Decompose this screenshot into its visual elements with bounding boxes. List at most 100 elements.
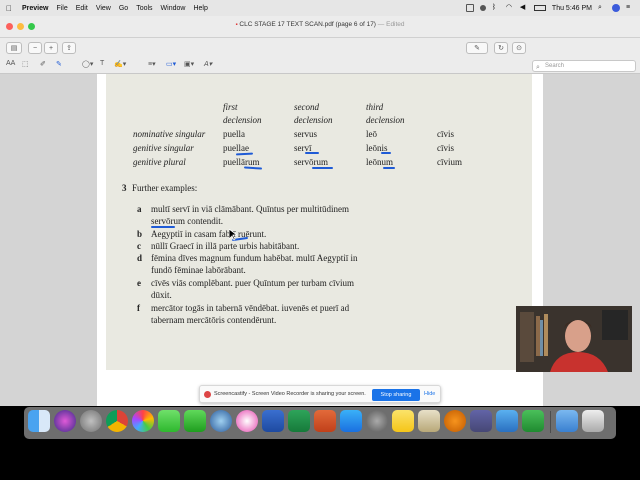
menu-go[interactable]: Go [119, 5, 128, 12]
itunes-icon[interactable] [236, 410, 258, 432]
numbers-icon[interactable] [522, 410, 544, 432]
table-cell: puellae [223, 143, 249, 153]
stop-sharing-button[interactable]: Stop sharing [372, 389, 420, 401]
zoom-in-button[interactable]: + [44, 42, 58, 54]
annotation-underline [312, 167, 333, 169]
search-placeholder: Search [545, 63, 565, 69]
example-text: fēmina dīves magnum fundum habēbat. mult… [151, 253, 358, 263]
header-second-line1: second [294, 102, 319, 112]
toolbar: ▤ − + ⇪ ✎ ↻ ⊙ ⌕ Search AA ⬚ ✐ ✎ ◯▾ T ✍▾ … [0, 38, 640, 74]
finder-icon[interactable] [28, 410, 50, 432]
table-cell: leōnum [366, 157, 393, 167]
selection-tool-icon[interactable]: ⬚ [22, 60, 29, 68]
line-style-icon[interactable]: ≡▾ [148, 60, 156, 68]
notes-icon[interactable] [392, 410, 414, 432]
table-cell: servus [294, 129, 317, 139]
battery-icon[interactable] [533, 5, 546, 11]
shapes-tool-icon[interactable]: ◯▾ [82, 60, 93, 68]
example-text: mercātor togās in tabernā vēndēbat. iuve… [151, 303, 350, 313]
menu-file[interactable]: File [56, 5, 67, 12]
sketch-tool-icon[interactable]: ✐ [40, 60, 46, 68]
screen-sharing-bar: Screencastify - Screen Video Recorder is… [199, 385, 441, 403]
messages-icon[interactable] [158, 410, 180, 432]
quicktime-icon[interactable] [210, 410, 232, 432]
table-cell: cīvis [437, 143, 454, 153]
menu-bar:  Preview File Edit View Go Tools Window… [0, 0, 640, 16]
sign-tool-icon[interactable]: ✍▾ [114, 60, 126, 68]
example-text: nūllī Graecī in illā parte urbis habitāb… [151, 241, 300, 251]
menubar-clock[interactable]: Thu 5:46 PM [552, 5, 592, 12]
powerpoint-icon[interactable] [314, 410, 336, 432]
facetime-icon[interactable] [184, 410, 206, 432]
draw-tool-icon[interactable]: ✎ [56, 60, 62, 68]
rotate-button[interactable]: ↻ [494, 42, 508, 54]
chrome-icon[interactable] [106, 410, 128, 432]
teams-icon[interactable] [470, 410, 492, 432]
markup-toggle-button[interactable]: ✎ [466, 42, 488, 54]
table-cell: cīvis [437, 129, 454, 139]
annotation-underline [381, 152, 391, 154]
audacity-icon[interactable] [444, 410, 466, 432]
table-cell: puellārum [223, 157, 260, 167]
menu-tools[interactable]: Tools [136, 5, 152, 12]
edited-label: — Edited [377, 21, 405, 28]
mouse-cursor-icon [229, 229, 237, 241]
example-text: servōrum contendit. [151, 216, 223, 226]
system-preferences-icon[interactable] [366, 410, 388, 432]
notification-center-icon[interactable]: ≡ [626, 4, 634, 12]
search-field[interactable]: ⌕ Search [532, 60, 636, 72]
launchpad-icon[interactable] [80, 410, 102, 432]
example-letter: a [137, 204, 142, 214]
dock [24, 407, 616, 439]
text-tool-icon[interactable]: AA [6, 60, 15, 67]
search-icon: ⌕ [536, 64, 540, 71]
example-text: fundō fēminae labōrābant. [151, 265, 246, 275]
presenter-video [516, 306, 632, 372]
photos-icon[interactable] [132, 410, 154, 432]
user-icon[interactable] [612, 4, 620, 12]
appstore-icon[interactable] [340, 410, 362, 432]
spotlight-icon[interactable]: ⌕ [598, 4, 606, 12]
window-title: ▪ CLC STAGE 17 TEXT SCAN.pdf (page 6 of … [0, 21, 640, 28]
hide-button[interactable]: Hide [424, 391, 435, 397]
zoom-out-button[interactable]: − [28, 42, 42, 54]
section-title: Further examples: [132, 183, 198, 193]
example-letter: d [137, 253, 143, 263]
status-icon[interactable] [465, 4, 474, 12]
menu-app-preview[interactable]: Preview [22, 5, 48, 12]
share-button[interactable]: ⇪ [62, 42, 76, 54]
annotation-underline [151, 226, 175, 228]
status-icon[interactable] [479, 5, 486, 11]
table-cell: servōrum [294, 157, 328, 167]
document-title: CLC STAGE 17 TEXT SCAN.pdf (page 6 of 17… [239, 21, 376, 28]
apple-menu-icon[interactable]:  [6, 4, 12, 13]
example-text: Aegyptiī in casam fabrī ruērunt. [151, 229, 267, 239]
excel-icon[interactable] [288, 410, 310, 432]
border-color-icon[interactable]: ▭▾ [166, 60, 176, 68]
header-third-line2: declension [366, 115, 405, 125]
downloads-icon[interactable] [556, 410, 578, 432]
annotate-button[interactable]: ⊙ [512, 42, 526, 54]
word-icon[interactable] [262, 410, 284, 432]
table-cell: puella [223, 129, 245, 139]
screencastify-icon [204, 391, 211, 398]
menu-help[interactable]: Help [193, 5, 207, 12]
siri-icon[interactable] [54, 410, 76, 432]
menu-window[interactable]: Window [161, 5, 186, 12]
menu-view[interactable]: View [96, 5, 111, 12]
menu-edit[interactable]: Edit [76, 5, 88, 12]
example-text: cīvēs viās complēbant. puer Quīntum per … [151, 278, 354, 288]
bluetooth-icon[interactable]: ᛒ [492, 4, 500, 12]
volume-icon[interactable]: ◀ [520, 4, 528, 12]
wifi-icon[interactable]: ◠ [506, 4, 514, 12]
text-style-icon[interactable]: A▾ [204, 60, 212, 68]
trash-icon[interactable] [582, 410, 604, 432]
webcam-overlay[interactable] [516, 306, 632, 372]
fill-color-icon[interactable]: ▣▾ [184, 60, 194, 68]
table-cell: cīvium [437, 157, 462, 167]
keynote-icon[interactable] [496, 410, 518, 432]
preview-icon[interactable] [418, 410, 440, 432]
sidebar-toggle-button[interactable]: ▤ [6, 42, 22, 54]
text-box-tool-icon[interactable]: T [100, 60, 104, 67]
header-third-line1: third [366, 102, 384, 112]
